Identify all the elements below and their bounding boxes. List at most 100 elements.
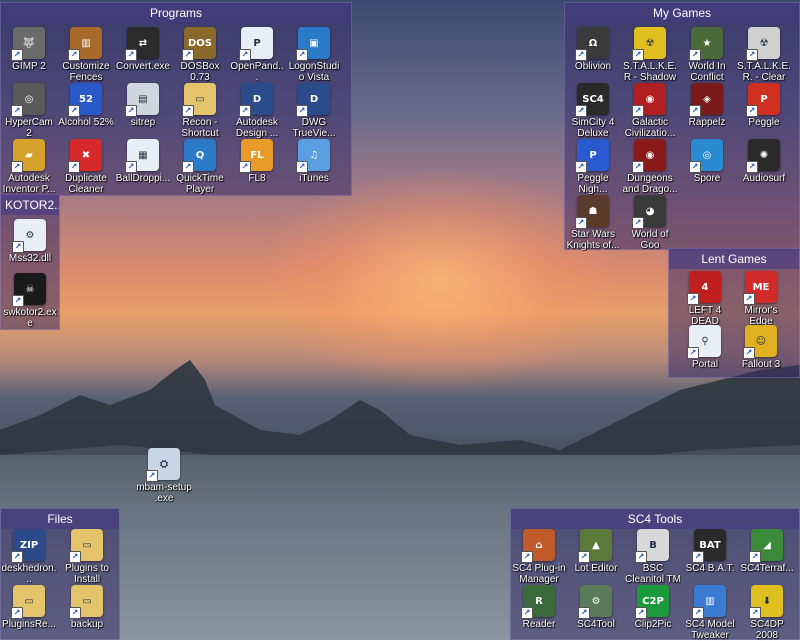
desktop-shortcut[interactable]: B ↗ BSC Cleanitol TM — [625, 529, 681, 585]
desktop-shortcut[interactable]: Ω ↗ Oblivion — [565, 27, 621, 72]
fence-files[interactable]: Files ZIP ↗ deskhedron... ▭ ↗ Plugins to Inst… — [0, 508, 120, 640]
shortcut-arrow-icon: ↗ — [11, 607, 23, 619]
desktop-shortcut[interactable]: ▭ ↗ Recon - Shortcut — [172, 83, 228, 139]
desktop-shortcut[interactable]: ⚲ ↗ Portal — [677, 325, 733, 370]
desktop-shortcut[interactable]: ▲ ↗ Lot Editor — [568, 529, 624, 574]
desktop-shortcut[interactable]: ◕ ↗ World of Goo — [622, 195, 678, 251]
desktop-shortcut[interactable]: 🐺 ↗ GIMP 2 — [1, 27, 57, 72]
shortcut-label: swkotor2.exe — [3, 307, 57, 329]
desktop-shortcut[interactable]: ▦ ↗ BallDroppi... — [115, 139, 171, 184]
desktop-shortcut[interactable]: ⚙ ↗ SC4Tool — [568, 585, 624, 630]
desktop-shortcut[interactable]: ▣ ↗ LogonStudio Vista — [286, 27, 342, 83]
audiosurf-icon: ✺ ↗ — [746, 139, 780, 173]
fence-programs[interactable]: Programs 🐺 ↗ GIMP 2 ▥ ↗ Customize Fences ⇄ ↗ Con… — [0, 2, 352, 196]
desktop-shortcut[interactable]: ⌂ ↗ SC4 Plug-in Manager — [511, 529, 567, 585]
desktop-shortcut[interactable]: ☢↗S.T.A.L.K.E.R - Shadow ... — [622, 27, 678, 83]
shortcut-arrow-icon: ↗ — [521, 551, 533, 563]
desktop-shortcut[interactable]: ◎ ↗ HyperCam 2 — [1, 83, 57, 139]
shortcut-arrow-icon: ↗ — [692, 551, 704, 563]
alcohol-icon: 52 ↗ — [68, 83, 102, 117]
shortcut-arrow-icon: ↗ — [749, 551, 761, 563]
shortcut-arrow-icon: ↗ — [687, 347, 699, 359]
shortcut-arrow-icon: ↗ — [687, 293, 699, 305]
spore-icon: ◎ ↗ — [689, 139, 723, 173]
shortcut-label: Peggle — [748, 117, 780, 128]
desktop-shortcut[interactable]: ME ↗ Mirror's Edge — [733, 271, 789, 327]
shortcut-arrow-icon: ↗ — [689, 161, 701, 173]
desktop-shortcut[interactable]: ✖ ↗ Duplicate Cleaner — [58, 139, 114, 195]
shortcut-arrow-icon: ↗ — [125, 49, 137, 61]
fence-title-lent-games[interactable]: Lent Games — [669, 249, 799, 269]
desktop-shortcut[interactable]: D ↗ Autodesk Design ... — [229, 83, 285, 139]
desktop-shortcut[interactable]: 4 ↗ LEFT 4 DEAD — [677, 271, 733, 327]
shortcut-label: SC4 B.A.T. — [685, 563, 735, 574]
desktop-shortcut[interactable]: ▥ ↗ SC4 Model Tweaker — [682, 585, 738, 641]
desktop-shortcut[interactable]: ◎ ↗ Spore — [679, 139, 735, 184]
desktop-shortcut[interactable]: P ↗ Peggle — [736, 83, 792, 128]
desktop-shortcut[interactable]: ◉ ↗ Dungeons and Drago... — [622, 139, 678, 195]
lot-editor-icon: ▲ ↗ — [578, 529, 612, 563]
desktop-shortcut[interactable]: FL ↗ FL8 — [229, 139, 285, 184]
desktop-shortcut[interactable]: ▭ ↗ backup — [59, 585, 115, 630]
desktop-shortcut[interactable]: ▭ ↗ Plugins to Install — [59, 529, 115, 585]
desktop-shortcut[interactable]: ⚙ ↗ Mss32.dll — [2, 219, 58, 264]
fence-title-my-games[interactable]: My Games — [565, 3, 799, 23]
desktop-shortcut[interactable]: ⛭ ↗ mbam-setup .exe — [136, 448, 192, 504]
desktop-shortcut[interactable]: ⇄ ↗ Convert.exe — [115, 27, 171, 72]
desktop-shortcut[interactable]: R ↗ Reader — [511, 585, 567, 630]
desktop-shortcut[interactable]: ⬇ ↗ SC4DP 2008 — [739, 585, 795, 641]
fence-title-files[interactable]: Files — [1, 509, 119, 529]
dungeons-dragons-icon: ◉ ↗ — [632, 139, 666, 173]
dwg-trueview-icon: D ↗ — [296, 83, 330, 117]
fence-kotor[interactable]: KOTOR2... ⚙ ↗ Mss32.dll ☠ ↗ swkotor2.exe — [0, 194, 60, 330]
desktop-shortcut[interactable]: ▤ ↗ sitrep — [115, 83, 171, 128]
sc4-bat-icon: BAT ↗ — [692, 529, 726, 563]
desktop-shortcut[interactable]: Q ↗ QuickTime Player — [172, 139, 228, 195]
shortcut-arrow-icon: ↗ — [296, 105, 308, 117]
shortcut-label: Autodesk Design ... — [235, 117, 279, 139]
shortcut-label: Oblivion — [574, 61, 612, 72]
desktop-shortcut[interactable]: ♫ ↗ iTunes — [286, 139, 342, 184]
shortcut-label: HyperCam 2 — [5, 117, 53, 139]
swkotor2-icon: ☠ ↗ — [12, 273, 46, 307]
openpandora-icon: P ↗ — [239, 27, 273, 61]
fence-title-kotor[interactable]: KOTOR2... — [1, 195, 59, 215]
desktop-shortcut[interactable]: ☢↗S.T.A.L.K.E.R. - Clear Sky — [736, 27, 792, 83]
desktop-shortcut[interactable]: ☗ ↗ Star Wars Knights of... — [565, 195, 621, 251]
desktop-shortcut[interactable]: ☠ ↗ swkotor2.exe — [2, 273, 58, 329]
shortcut-arrow-icon: ↗ — [182, 49, 194, 61]
desktop-shortcut[interactable]: P ↗ Peggle Nigh... — [565, 139, 621, 195]
shortcut-label: SC4Terraf... — [740, 563, 794, 574]
desktop-shortcut[interactable]: ★ ↗ World In Conflict — [679, 27, 735, 83]
desktop-shortcut[interactable]: BAT ↗ SC4 B.A.T. — [682, 529, 738, 574]
desktop-shortcut[interactable]: P ↗ OpenPand... — [229, 27, 285, 83]
fence-title-programs[interactable]: Programs — [1, 3, 351, 23]
fence-lent-games[interactable]: Lent Games 4 ↗ LEFT 4 DEAD ME ↗ Mirror's Edge… — [668, 248, 800, 378]
shortcut-label: OpenPand... — [230, 61, 284, 83]
desktop-shortcut[interactable]: D ↗ DWG TrueVie... — [286, 83, 342, 139]
fence-sc4-tools[interactable]: SC4 Tools ⌂ ↗ SC4 Plug-in Manager ▲ ↗ Lot Edi… — [510, 508, 800, 641]
fallout3-icon: ☺ ↗ — [743, 325, 777, 359]
desktop-shortcut[interactable]: C2P ↗ Clip2Pic — [625, 585, 681, 630]
peggle-icon: P ↗ — [746, 83, 780, 117]
desktop-shortcut[interactable]: ✺ ↗ Audiosurf — [736, 139, 792, 184]
shortcut-arrow-icon: ↗ — [11, 49, 23, 61]
shortcut-label: S.T.A.L.K.E.R. - Clear Sky — [737, 61, 791, 83]
simcity4-icon: SC4 ↗ — [575, 83, 609, 117]
fence-title-sc4-tools[interactable]: SC4 Tools — [511, 509, 799, 529]
desktop-shortcut[interactable]: ◢ ↗ SC4Terraf... — [739, 529, 795, 574]
shortcut-arrow-icon: ↗ — [12, 295, 24, 307]
desktop-shortcut[interactable]: 52 ↗ Alcohol 52% — [58, 83, 114, 128]
desktop-shortcut[interactable]: SC4 ↗ SimCity 4 Deluxe — [565, 83, 621, 139]
desktop-shortcut[interactable]: ▥ ↗ Customize Fences — [58, 27, 114, 83]
fence-my-games[interactable]: My Games Ω ↗ Oblivion ☢ ↗ S.T.A.L.K.E.R - Sha… — [564, 2, 800, 251]
desktop-shortcut[interactable]: ☺ ↗ Fallout 3 — [733, 325, 789, 370]
desktop-shortcut[interactable]: DOS ↗ DOSBox 0.73 — [172, 27, 228, 83]
desktop-shortcut[interactable]: ▭ ↗ PluginsRe... — [1, 585, 57, 630]
shortcut-arrow-icon: ↗ — [689, 105, 701, 117]
desktop-shortcut[interactable]: ZIP ↗ deskhedron... — [1, 529, 57, 585]
desktop-shortcut[interactable]: ▰ ↗ Autodesk Inventor P... — [1, 139, 57, 195]
desktop-shortcut[interactable]: ◈ ↗ Rappelz — [679, 83, 735, 128]
shortcut-label: sitrep — [130, 117, 156, 128]
desktop-shortcut[interactable]: ◉ ↗ Galactic Civilizatio... — [622, 83, 678, 139]
